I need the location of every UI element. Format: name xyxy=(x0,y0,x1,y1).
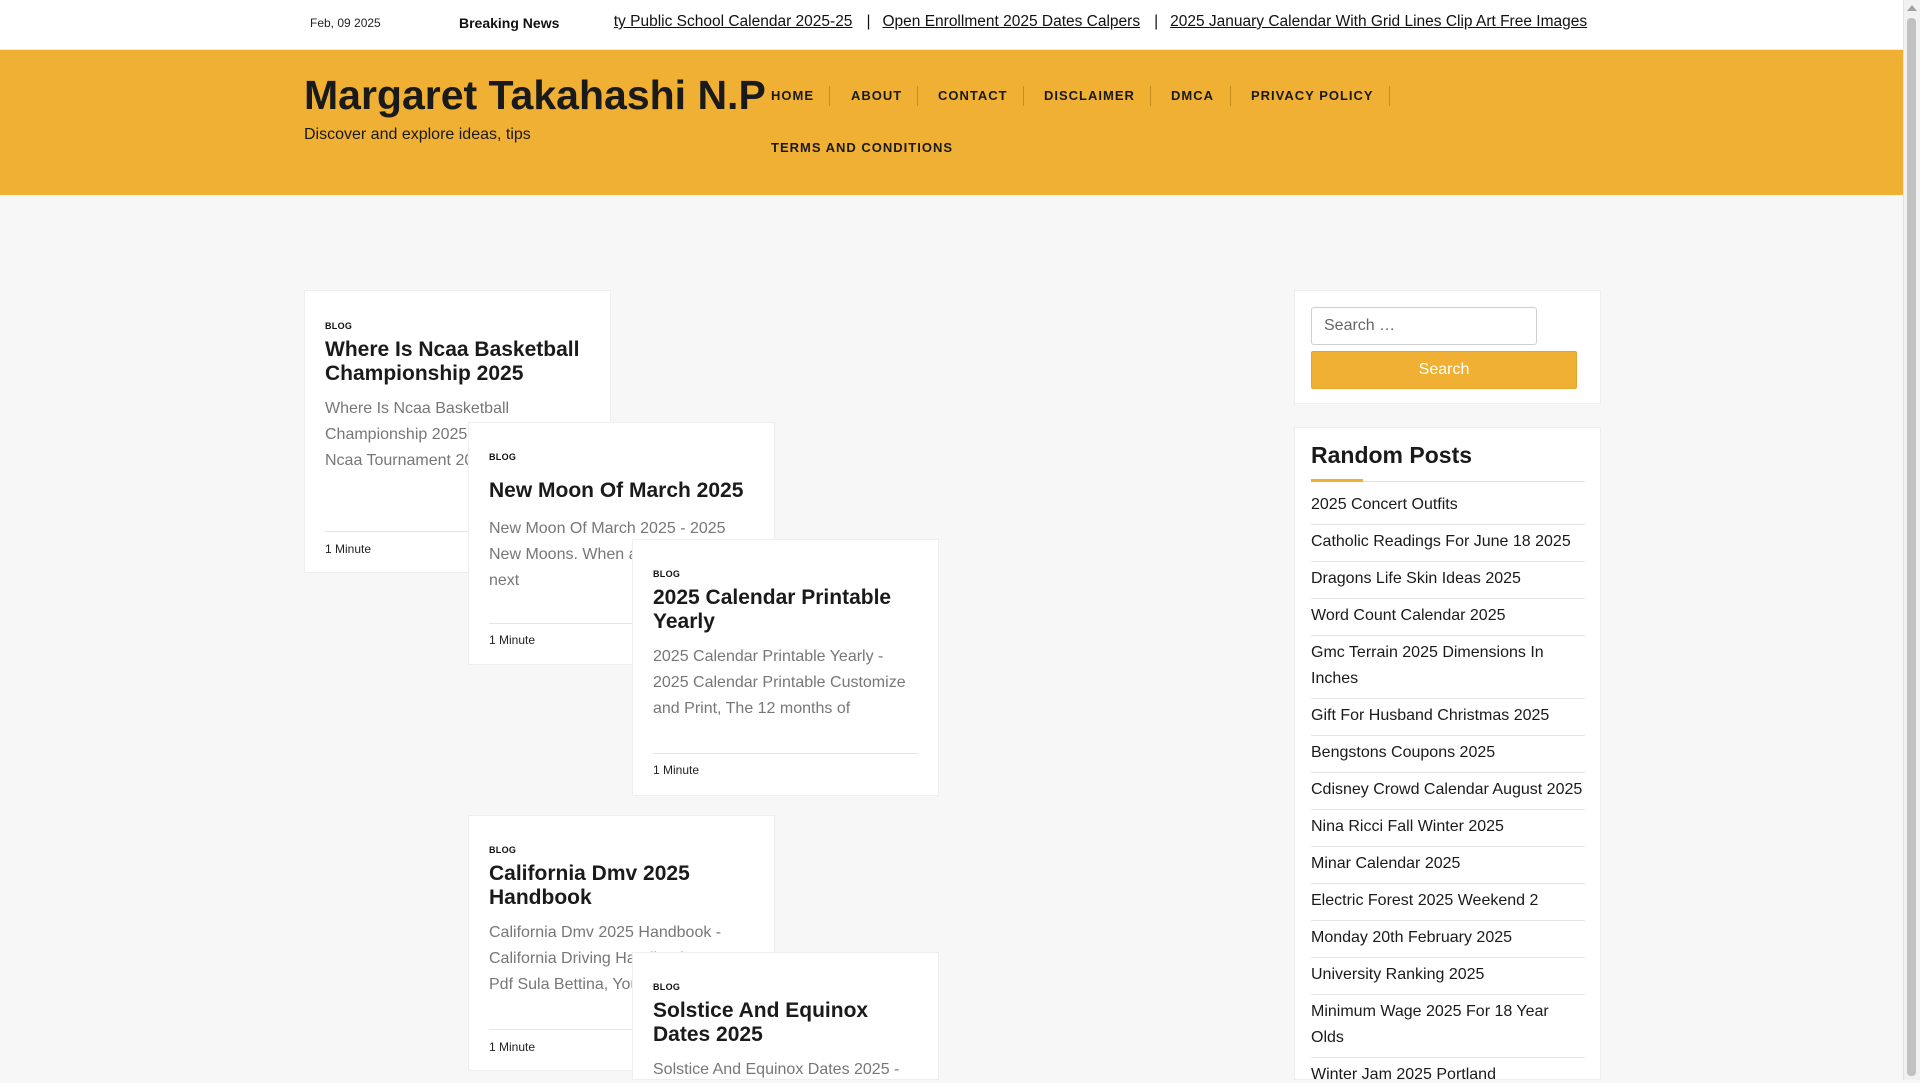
post-title[interactable]: Solstice And Equinox Dates 2025 xyxy=(653,999,918,1047)
read-time: 1 Minute xyxy=(325,542,372,556)
current-date: Feb, 09 2025 xyxy=(310,16,381,30)
search-button[interactable]: Search xyxy=(1311,351,1577,389)
random-post-link[interactable]: 2025 Concert Outfits xyxy=(1311,488,1585,525)
breaking-news-ticker: Shelby County Public School Calendar 202… xyxy=(614,13,1601,37)
widget-title: Random Posts xyxy=(1311,442,1473,468)
top-bar: Feb, 09 2025 Breaking News Shelby County… xyxy=(0,0,1904,50)
read-time: 1 Minute xyxy=(653,763,700,777)
site-tagline: Discover and explore ideas, tips xyxy=(304,126,531,143)
site-title[interactable]: Margaret Takahashi N.P xyxy=(304,72,766,119)
card-divider xyxy=(653,753,918,754)
random-post-link[interactable]: University Ranking 2025 xyxy=(1311,958,1585,995)
page-scrollbar[interactable] xyxy=(1903,0,1920,1080)
nav-separator xyxy=(1230,86,1231,106)
nav-contact[interactable]: CONTACT xyxy=(938,88,1008,103)
read-time: 1 Minute xyxy=(489,1040,536,1054)
random-post-link[interactable]: Gift For Husband Christmas 2025 xyxy=(1311,699,1585,736)
nav-about[interactable]: ABOUT xyxy=(851,88,902,103)
post-category[interactable]: BLOG xyxy=(489,845,516,855)
random-post-link[interactable]: Catholic Readings For June 18 2025 xyxy=(1311,525,1585,562)
post-title[interactable]: California Dmv 2025 Handbook xyxy=(489,862,754,910)
widget-title-accent xyxy=(1311,479,1363,482)
random-post-link[interactable]: Nina Ricci Fall Winter 2025 xyxy=(1311,810,1585,847)
random-post-link[interactable]: Word Count Calendar 2025 xyxy=(1311,599,1585,636)
nav-separator xyxy=(829,86,830,106)
nav-separator xyxy=(1150,86,1151,106)
random-post-link[interactable]: Bengstons Coupons 2025 xyxy=(1311,736,1585,773)
ticker-link[interactable]: Open Enrollment 2025 Dates Calpers xyxy=(882,13,1140,31)
nav-separator xyxy=(1023,86,1024,106)
search-input[interactable] xyxy=(1311,307,1537,345)
search-widget: Search xyxy=(1294,290,1601,404)
read-time: 1 Minute xyxy=(489,633,536,647)
post-category[interactable]: BLOG xyxy=(653,982,680,992)
nav-separator xyxy=(917,86,918,106)
scroll-up-arrow-icon[interactable] xyxy=(1907,5,1917,11)
random-post-link[interactable]: Dragons Life Skin Ideas 2025 xyxy=(1311,562,1585,599)
random-post-link[interactable]: Minimum Wage 2025 For 18 Year Olds xyxy=(1311,995,1585,1058)
ticker-link[interactable]: Shelby County Public School Calendar 202… xyxy=(614,13,852,31)
post-category[interactable]: BLOG xyxy=(325,321,352,331)
random-posts-list: 2025 Concert Outfits Catholic Readings F… xyxy=(1311,488,1585,1079)
post-category[interactable]: BLOG xyxy=(489,452,516,462)
nav-privacy-policy[interactable]: PRIVACY POLICY xyxy=(1251,88,1374,103)
nav-terms[interactable]: TERMS AND CONDITIONS xyxy=(771,140,953,155)
nav-separator xyxy=(1389,86,1390,106)
random-post-link[interactable]: Gmc Terrain 2025 Dimensions In Inches xyxy=(1311,636,1585,699)
scrollbar-thumb[interactable] xyxy=(1907,18,1916,1076)
ticker-separator: | xyxy=(866,13,871,30)
breaking-news-label: Breaking News xyxy=(459,15,560,31)
ticker-link[interactable]: 2025 January Calendar With Grid Lines Cl… xyxy=(1170,13,1587,31)
post-title[interactable]: Where Is Ncaa Basketball Championship 20… xyxy=(325,338,590,386)
nav-disclaimer[interactable]: DISCLAIMER xyxy=(1044,88,1135,103)
post-excerpt: Solstice And Equinox Dates 2025 - xyxy=(653,1061,900,1078)
site-header xyxy=(0,50,1904,195)
post-title[interactable]: New Moon Of March 2025 xyxy=(489,479,754,503)
post-card[interactable]: BLOG Solstice And Equinox Dates 2025 Sol… xyxy=(632,952,939,1080)
post-title[interactable]: 2025 Calendar Printable Yearly xyxy=(653,586,918,634)
random-post-link[interactable]: Monday 20th February 2025 xyxy=(1311,921,1585,958)
nav-home[interactable]: HOME xyxy=(771,88,814,103)
nav-dmca[interactable]: DMCA xyxy=(1171,88,1214,103)
post-category[interactable]: BLOG xyxy=(653,569,680,579)
ticker-separator: | xyxy=(1154,13,1159,30)
random-posts-widget: Random Posts 2025 Concert Outfits Cathol… xyxy=(1294,427,1601,1080)
random-post-link[interactable]: Minar Calendar 2025 xyxy=(1311,847,1585,884)
post-excerpt: 2025 Calendar Printable Yearly - 2025 Ca… xyxy=(653,648,906,717)
random-post-link[interactable]: Cdisney Crowd Calendar August 2025 xyxy=(1311,773,1585,810)
post-card[interactable]: BLOG 2025 Calendar Printable Yearly 2025… xyxy=(632,539,939,796)
random-post-link[interactable]: Electric Forest 2025 Weekend 2 xyxy=(1311,884,1585,921)
random-post-link[interactable]: Winter Jam 2025 Portland xyxy=(1311,1058,1585,1079)
ticker-track: Shelby County Public School Calendar 202… xyxy=(614,13,1587,31)
